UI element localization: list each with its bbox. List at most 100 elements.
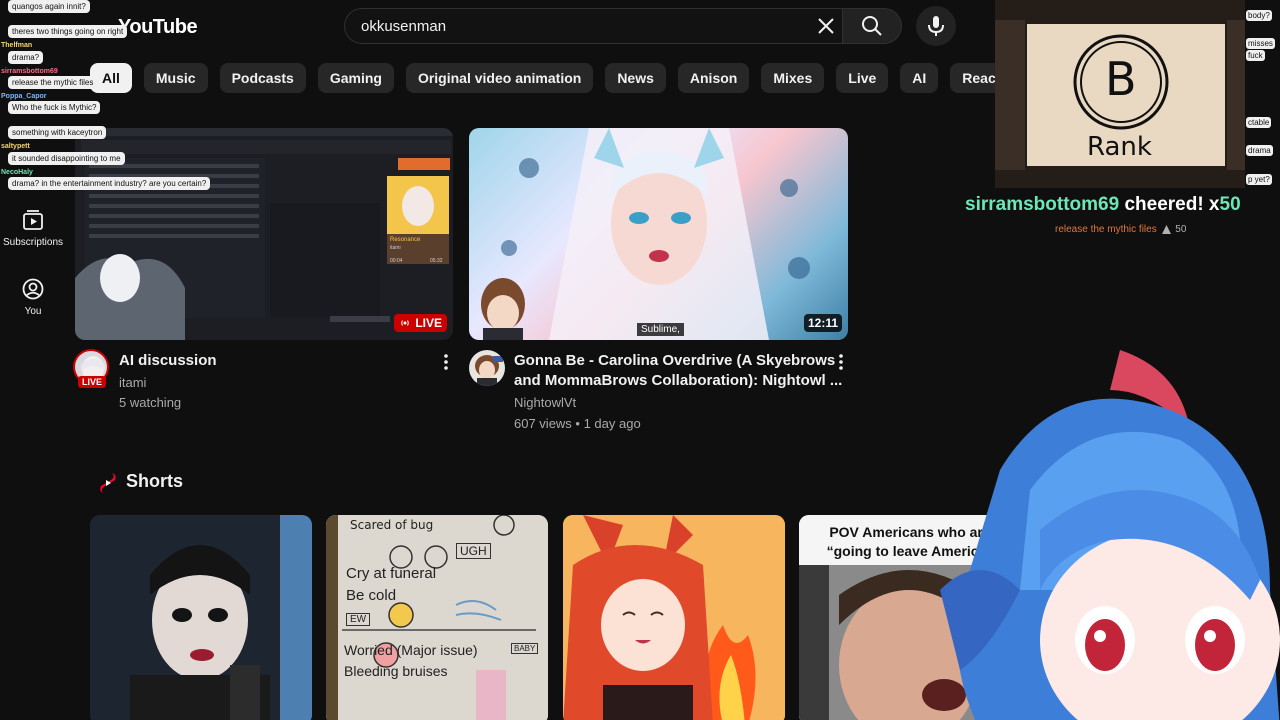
chip-mixes[interactable]: Mixes [761, 63, 825, 93]
video-more-button[interactable] [831, 350, 851, 374]
vtuber-avatar-overlay [940, 350, 1280, 720]
video-channel-itami[interactable]: itami [119, 373, 146, 393]
video-caption-overlay: Sublime, [637, 323, 684, 336]
microphone-icon [928, 16, 944, 36]
video-views-age: 607 views • 1 day ago [514, 416, 641, 431]
chat-message-fragment: fuck [1246, 50, 1265, 61]
chat-message-fragment: body? [1246, 10, 1272, 21]
chat-username: saltypett [1, 143, 30, 150]
video-more-button[interactable] [436, 350, 456, 374]
chat-message-fragment: p yet? [1246, 174, 1272, 185]
short-thumbnail-person [90, 515, 312, 720]
cheer-message-text: release the mythic files [1055, 224, 1157, 235]
rank-letter: B [1105, 52, 1137, 106]
short-drawing-text-1: Scared of bug [350, 518, 434, 532]
cheer-message: release the mythic files 50 [1055, 224, 1186, 235]
sidebar-item-subscriptions[interactable]: Subscriptions [0, 209, 66, 248]
chat-username: NecoHaly [1, 169, 33, 176]
short-drawing-text-2: UGH [456, 543, 491, 559]
chip-original-video-animation[interactable]: Original video animation [405, 63, 594, 93]
chat-message: theres two things going on right [8, 25, 128, 38]
cheer-alert: sirramsbottom69 cheered! x50 [965, 194, 1241, 216]
video-channel-nightowlvt[interactable]: NightowlVt [514, 393, 576, 413]
sidebar-item-you[interactable]: You [0, 278, 66, 317]
video-title-gonna-be-line2[interactable]: and MommaBrows Collaboration): Nightowl … [514, 371, 842, 391]
search-box[interactable] [344, 8, 842, 44]
search-icon [862, 16, 882, 36]
video-watching-count: 5 watching [119, 395, 182, 410]
chat-message: quangos again innit? [8, 0, 90, 13]
cheer-message-amount: 50 [1175, 224, 1187, 235]
short-drawing-text-6: Worried (Major issue) [344, 642, 478, 658]
live-badge-text: LIVE [415, 316, 442, 330]
chat-username: Thelfman [1, 42, 33, 49]
chat-message: something with kaceytron [8, 126, 107, 139]
short-item-1[interactable] [90, 515, 312, 720]
cheer-text: cheered! x [1124, 194, 1220, 215]
thumb-track-artist: itami [390, 245, 401, 251]
chat-message: drama? in the entertainment industry? ar… [8, 177, 211, 190]
bits-gem-icon [1161, 224, 1171, 234]
short-thumbnail-anime-fire [563, 515, 785, 720]
thumb-time-left: 00:04 [390, 258, 403, 264]
live-badge: LIVE [394, 314, 447, 332]
short-drawing-text-7: Bleeding bruises [344, 663, 448, 679]
chip-podcasts[interactable]: Podcasts [219, 63, 306, 93]
video-thumbnail-gonna-be[interactable]: Sublime, 12:11 [469, 128, 848, 340]
channel-avatar-nightowlvt[interactable] [469, 350, 505, 386]
chip-gaming[interactable]: Gaming [317, 63, 394, 93]
video-title-gonna-be-line1[interactable]: Gonna Be - Carolina Overdrive (A Skyebro… [514, 351, 835, 371]
search-button[interactable] [842, 8, 902, 44]
sidebar-label-you: You [24, 306, 42, 317]
live-broadcast-icon [401, 320, 410, 326]
anime-avatar-icon [475, 355, 503, 386]
chat-message: release the mythic files [8, 76, 98, 89]
filter-chips: All Music Podcasts Gaming Original video… [90, 63, 1082, 93]
anime-artwork-thumbnail [481, 128, 810, 340]
chat-message: it sounded disappointing to me [8, 152, 125, 165]
avatar-live-badge: LIVE [78, 376, 107, 388]
thumb-time-right: 05:32 [430, 258, 443, 264]
cheer-amount: 50 [1219, 194, 1241, 215]
chip-anison[interactable]: Anison [677, 63, 750, 93]
screen-capture-thumbnail [75, 128, 453, 340]
user-circle-icon [22, 278, 44, 300]
short-item-2[interactable]: Scared of bug UGH Cry at funeral Be cold… [326, 515, 548, 720]
short-drawing-text-4: Be cold [346, 587, 397, 604]
shorts-logo-icon [100, 473, 116, 493]
vertical-dots-icon [839, 354, 843, 370]
shorts-section-title: Shorts [126, 471, 184, 491]
chat-username: sirramsbottom69 [1, 68, 58, 75]
chip-ai[interactable]: AI [900, 63, 939, 93]
video-thumbnail-ai-discussion[interactable]: Resonance itami 00:04 05:32 LIVE [75, 128, 453, 340]
duration-badge: 12:11 [803, 314, 842, 332]
sidebar-label-subscriptions: Subscriptions [2, 237, 64, 248]
chat-message-fragment: drama [1246, 145, 1273, 156]
chat-message: drama? [8, 51, 44, 64]
thumb-track-name: Resonance [390, 237, 421, 243]
chat-message-fragment: misses [1246, 38, 1275, 49]
short-drawing-text-8: BABY [511, 643, 539, 654]
vertical-dots-icon [444, 354, 448, 370]
short-item-3[interactable] [563, 515, 785, 720]
video-title-ai-discussion[interactable]: AI discussion [119, 351, 217, 371]
chip-news[interactable]: News [605, 63, 666, 93]
chat-message: Who the fuck is Mythic? [8, 101, 101, 114]
video-views: 607 views [514, 416, 572, 431]
chat-message-fragment: ctable [1246, 117, 1272, 128]
voice-search-button[interactable] [916, 6, 956, 46]
subscriptions-icon [23, 210, 43, 230]
chip-music[interactable]: Music [143, 63, 208, 93]
stream-webcam-frame: B Rank [995, 0, 1245, 188]
search-input[interactable] [361, 17, 801, 35]
clear-search-button[interactable] [808, 10, 844, 42]
short-drawing-text-5: EW [346, 613, 371, 626]
short-drawing-text-3: Cry at funeral [346, 565, 437, 582]
cheer-username: sirramsbottom69 [965, 194, 1120, 215]
chat-username: Poppa_Capor [1, 93, 47, 100]
rank-word: Rank [1087, 132, 1152, 162]
chip-live[interactable]: Live [836, 63, 889, 93]
video-age: 1 day ago [583, 416, 641, 431]
close-icon [818, 18, 834, 34]
youtube-logo[interactable]: YouTube [118, 16, 198, 39]
